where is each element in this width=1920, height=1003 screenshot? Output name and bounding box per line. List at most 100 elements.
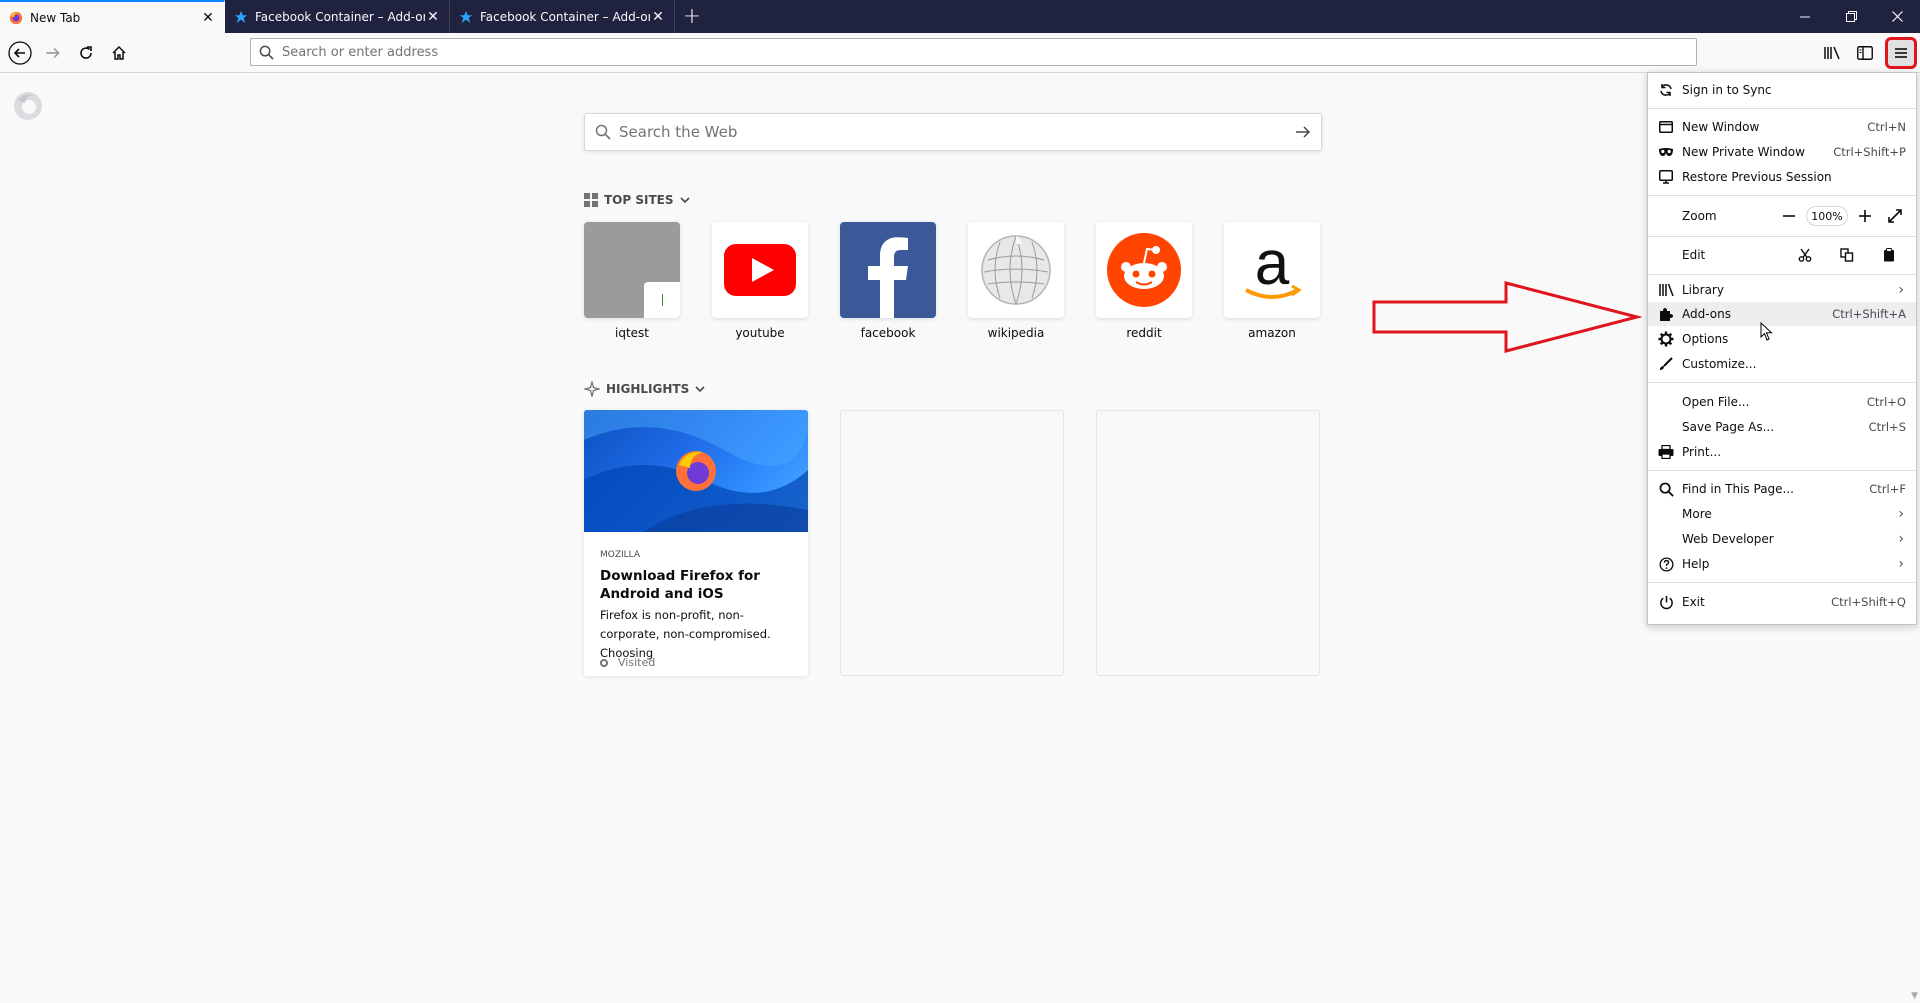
menu-sign-in-sync[interactable]: Sign in to Sync <box>1648 78 1916 102</box>
navigation-toolbar <box>0 33 1920 73</box>
highlights-sparkle-icon <box>584 381 600 397</box>
site-label: iqtest <box>615 326 649 340</box>
address-input[interactable] <box>282 44 1696 60</box>
menu-separator <box>1648 195 1916 196</box>
tab-label: Facebook Container – Add-ons <box>255 9 425 24</box>
site-label: youtube <box>735 326 785 340</box>
close-tab-icon[interactable]: ✕ <box>650 9 666 25</box>
highlight-card[interactable]: MOZILLA Download Firefox for Android and… <box>584 410 808 676</box>
menu-separator <box>1648 108 1916 109</box>
highlights-title: Highlights <box>606 382 690 396</box>
tab-new-tab[interactable]: New Tab ✕ <box>0 0 225 33</box>
private-mask-icon <box>1658 144 1674 160</box>
top-site-wikipedia[interactable]: wikipedia <box>968 222 1064 340</box>
copy-icon <box>1840 248 1854 262</box>
site-tile <box>584 222 680 318</box>
menu-separator <box>1648 382 1916 383</box>
facebook-logo-icon <box>868 237 908 318</box>
site-tile <box>712 222 808 318</box>
highlights-grid: MOZILLA Download Firefox for Android and… <box>584 410 1352 676</box>
site-tile <box>968 222 1064 318</box>
library-button[interactable] <box>1816 37 1848 69</box>
reload-button[interactable] <box>70 37 102 69</box>
restore-session-icon <box>1658 169 1674 185</box>
menu-open-file[interactable]: Open File... Ctrl+O <box>1648 390 1916 414</box>
menu-library[interactable]: Library › <box>1648 278 1916 302</box>
tab-facebook-container-2[interactable]: Facebook Container – Add-ons ✕ <box>450 0 675 33</box>
top-site-amazon[interactable]: a amazon <box>1224 222 1320 340</box>
highlights-heading[interactable]: Highlights <box>584 381 705 397</box>
highlight-placeholder <box>840 410 1064 676</box>
back-button[interactable] <box>4 37 36 69</box>
fullscreen-button[interactable] <box>1880 204 1910 228</box>
close-tab-icon[interactable]: ✕ <box>200 10 216 26</box>
help-icon <box>1658 556 1674 572</box>
minimize-button[interactable] <box>1782 0 1828 33</box>
power-icon <box>1658 594 1674 610</box>
menu-save-page[interactable]: Save Page As... Ctrl+S <box>1648 415 1916 439</box>
site-label: facebook <box>860 326 916 340</box>
tab-facebook-container-1[interactable]: Facebook Container – Add-ons ✕ <box>225 0 450 33</box>
zoom-reset-button[interactable]: 100% <box>1806 206 1848 226</box>
zoom-out-button[interactable] <box>1774 204 1804 228</box>
menu-web-developer[interactable]: Web Developer › <box>1648 527 1916 551</box>
top-site-reddit[interactable]: reddit <box>1096 222 1192 340</box>
youtube-logo-icon <box>724 244 796 296</box>
menu-restore-session[interactable]: Restore Previous Session <box>1648 165 1916 189</box>
site-tile <box>840 222 936 318</box>
window-controls <box>1782 0 1920 33</box>
chevron-right-icon: › <box>1898 531 1904 547</box>
web-search-input[interactable] <box>619 123 1295 141</box>
cut-button[interactable] <box>1784 243 1826 267</box>
close-window-button[interactable] <box>1874 0 1920 33</box>
zoom-in-button[interactable] <box>1850 204 1880 228</box>
home-icon <box>112 45 126 60</box>
menu-options[interactable]: Options <box>1648 327 1916 351</box>
site-label: wikipedia <box>987 326 1045 340</box>
back-arrow-icon <box>8 40 32 65</box>
menu-separator <box>1648 236 1916 237</box>
edit-controls <box>1784 243 1910 267</box>
address-bar[interactable] <box>250 38 1697 66</box>
search-go-arrow-icon[interactable] <box>1295 124 1311 140</box>
menu-separator <box>1648 582 1916 583</box>
highlight-source: MOZILLA <box>600 550 641 560</box>
annotation-arrow <box>1372 281 1642 353</box>
copy-button[interactable] <box>1826 243 1868 267</box>
fullscreen-icon <box>1888 209 1902 223</box>
forward-button[interactable] <box>37 37 69 69</box>
toolbar-right <box>1815 37 1920 69</box>
visited-label: Visited <box>618 656 656 669</box>
wikipedia-globe-icon <box>981 235 1051 305</box>
menu-exit[interactable]: Exit Ctrl+Shift+Q <box>1648 590 1916 614</box>
home-button[interactable] <box>103 37 135 69</box>
menu-help[interactable]: Help › <box>1648 552 1916 576</box>
menu-customize[interactable]: Customize... <box>1648 352 1916 376</box>
menu-addons[interactable]: Add-ons Ctrl+Shift+A <box>1648 302 1916 326</box>
top-site-iqtest[interactable]: iqtest <box>584 222 680 340</box>
puzzle-piece-icon <box>1658 306 1674 322</box>
restore-button[interactable] <box>1828 0 1874 33</box>
library-icon <box>1658 282 1674 298</box>
menu-print[interactable]: Print... <box>1648 440 1916 464</box>
menu-edit-row: Edit <box>1648 239 1916 271</box>
menu-more[interactable]: More › <box>1648 502 1916 526</box>
menu-new-window[interactable]: New Window Ctrl+N <box>1648 115 1916 139</box>
open-menu-button[interactable] <box>1885 37 1917 69</box>
grid-icon <box>584 193 598 207</box>
paste-button[interactable] <box>1868 243 1910 267</box>
chevron-down-icon <box>679 197 690 204</box>
mouse-cursor-icon <box>1760 322 1773 341</box>
top-site-youtube[interactable]: youtube <box>712 222 808 340</box>
search-icon <box>1658 481 1674 497</box>
menu-find-in-page[interactable]: Find in This Page... Ctrl+F <box>1648 477 1916 501</box>
top-sites-heading[interactable]: Top Sites <box>584 193 690 207</box>
new-tab-button[interactable]: + <box>675 0 709 33</box>
close-tab-icon[interactable]: ✕ <box>425 9 441 25</box>
menu-new-private-window[interactable]: New Private Window Ctrl+Shift+P <box>1648 140 1916 164</box>
web-search-box[interactable] <box>584 113 1322 151</box>
sidebar-button[interactable] <box>1849 37 1881 69</box>
site-label: amazon <box>1248 326 1296 340</box>
scroll-down-arrow-icon[interactable]: ▼ <box>1911 991 1918 1001</box>
top-site-facebook[interactable]: facebook <box>840 222 936 340</box>
